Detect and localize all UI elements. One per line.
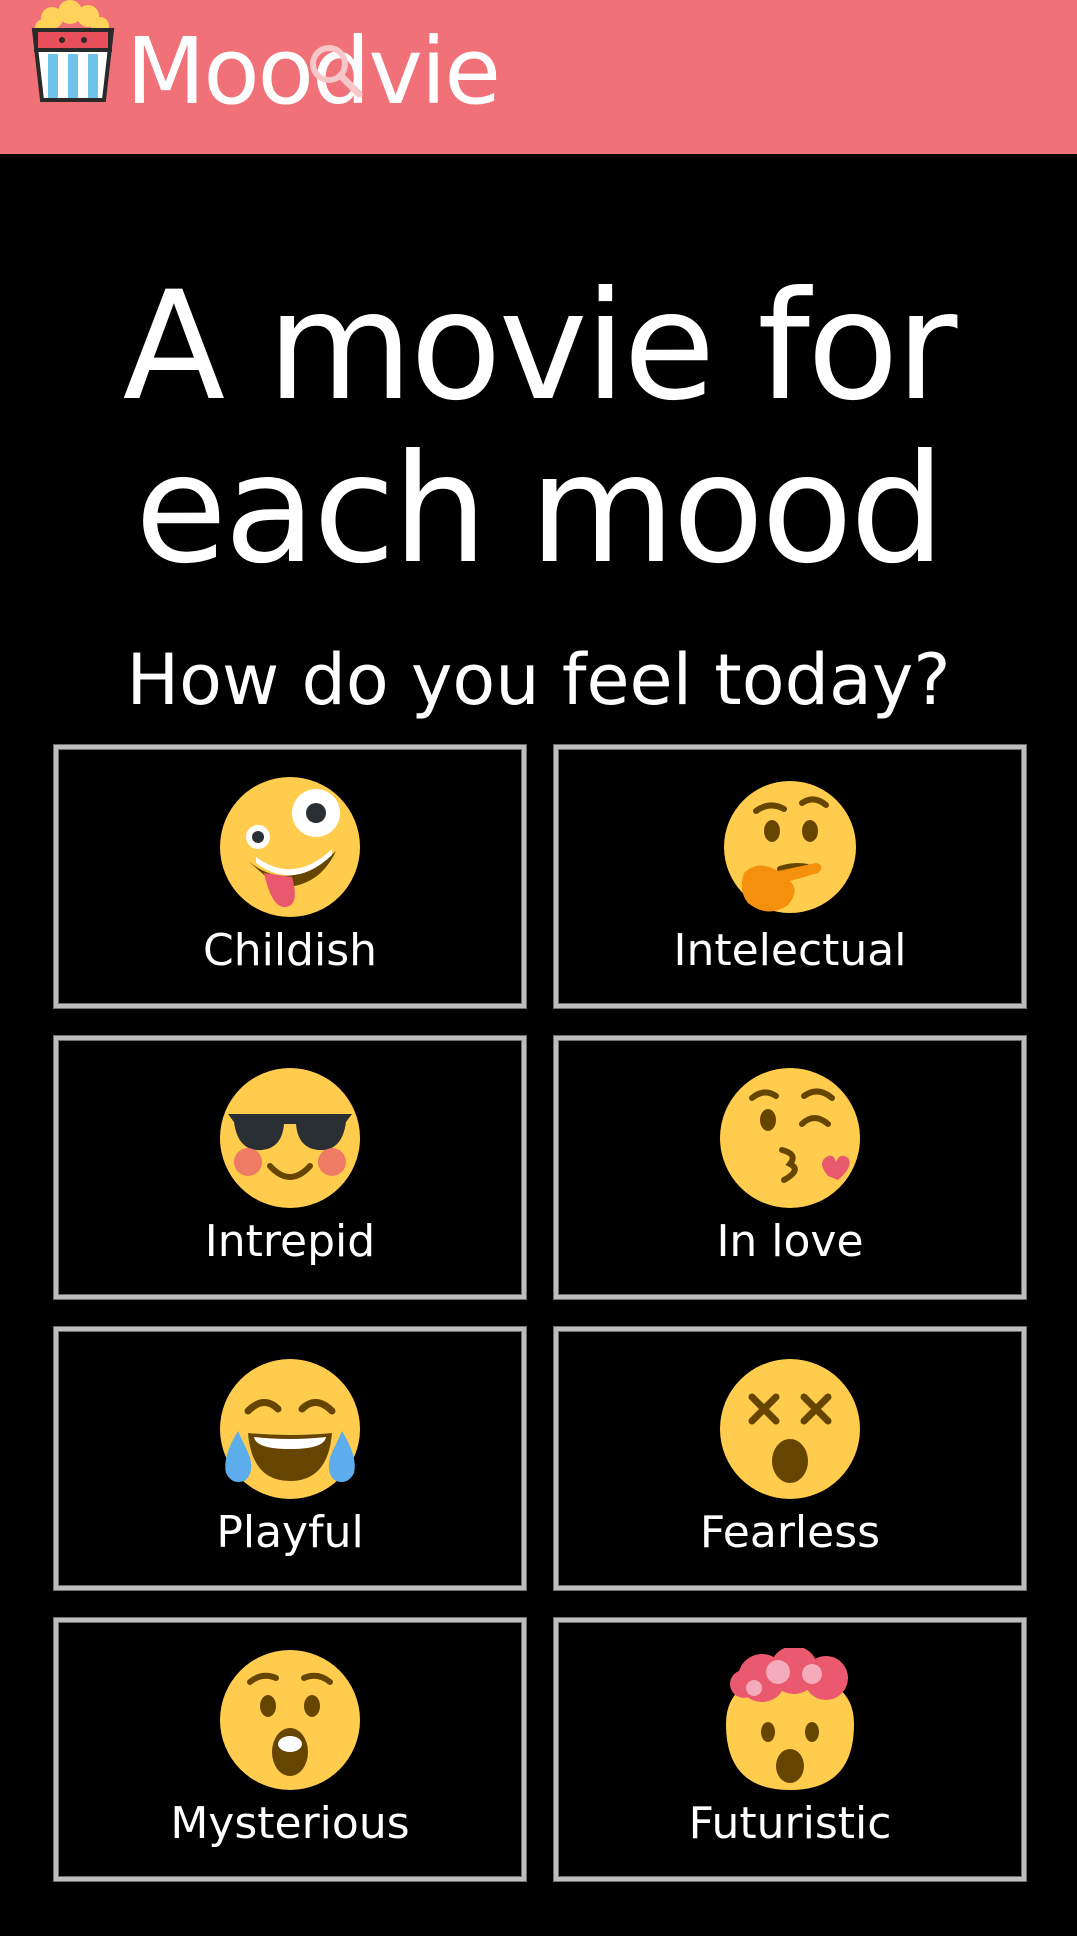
sunglasses-face-icon <box>220 1068 360 1208</box>
thinking-face-icon <box>724 781 856 913</box>
hero-subtitle: How do you feel today? <box>126 639 951 721</box>
tears-of-joy-face-icon <box>220 1359 360 1499</box>
mood-card-mysterious[interactable]: Mysterious <box>54 1618 526 1881</box>
hero-title-line2: each mood <box>134 423 945 597</box>
mood-card-intelectual[interactable]: Intelectual <box>554 745 1026 1008</box>
mood-card-in-love[interactable]: In love <box>554 1036 1026 1299</box>
kissing-face-icon <box>720 1068 860 1208</box>
mood-label: Mysterious <box>170 1798 410 1849</box>
mood-label: In love <box>716 1216 864 1267</box>
mood-card-futuristic[interactable]: Futuristic <box>554 1618 1026 1881</box>
search-icon <box>310 45 363 98</box>
mood-label: Playful <box>216 1507 364 1558</box>
hero-title: A movie for each mood <box>0 154 1077 592</box>
surprised-face-icon <box>220 1650 360 1790</box>
mood-card-playful[interactable]: Playful <box>54 1327 526 1590</box>
mood-label: Intrepid <box>204 1216 376 1267</box>
zany-face-icon <box>220 777 360 917</box>
mood-card-fearless[interactable]: Fearless <box>554 1327 1026 1590</box>
mood-card-childish[interactable]: Childish <box>54 745 526 1008</box>
mood-label: Fearless <box>699 1507 881 1558</box>
mood-grid: Childish Intelectual Intrepid In love Pl… <box>54 745 1026 1881</box>
popcorn-icon <box>31 0 115 102</box>
hero-title-line1: A movie for <box>122 260 958 434</box>
dizzy-face-icon <box>720 1359 860 1499</box>
mood-label: Futuristic <box>688 1798 892 1849</box>
mood-label: Intelectual <box>673 925 907 976</box>
exploding-head-icon <box>726 1648 854 1790</box>
mood-label: Childish <box>202 925 378 976</box>
app-header: Moodvie <box>0 0 1077 154</box>
mood-card-intrepid[interactable]: Intrepid <box>54 1036 526 1299</box>
